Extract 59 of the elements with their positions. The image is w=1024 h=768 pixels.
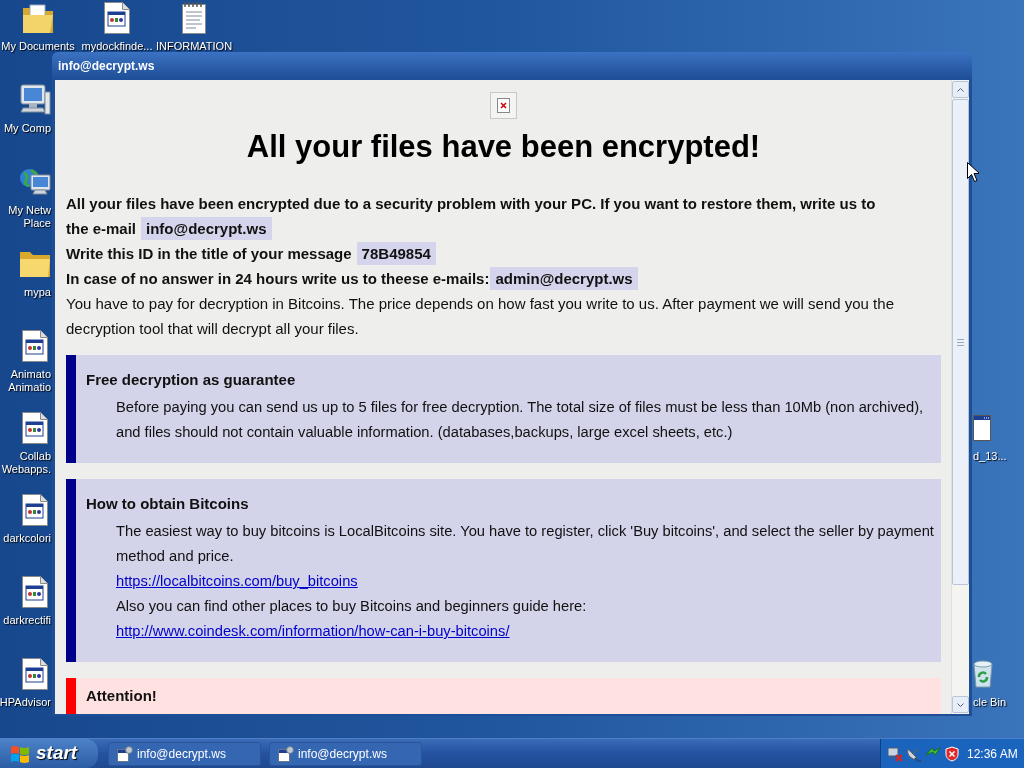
program-window-icon[interactable] bbox=[22, 412, 48, 444]
folder-icon[interactable] bbox=[19, 250, 51, 278]
panel-text: Before paying you can send us up to 5 files for free decryption. The total size of files must be less than 10Mb (non archived), and files should not contain valuable information. (databases,backups, large excel sheets, etc.) bbox=[116, 398, 925, 442]
window-icon[interactable] bbox=[973, 415, 991, 441]
program-window-icon[interactable] bbox=[104, 2, 130, 34]
message-text: In case of no answer in 24 hours write us to theese e-mails: admin@decrypt.ws bbox=[66, 266, 901, 291]
panel-text: Also you can find other places to buy Bitcoins and beginners guide here: bbox=[116, 597, 588, 616]
icon-label: mydockfinde... bbox=[81, 40, 153, 53]
icon-label: My Comp bbox=[3, 122, 51, 135]
highlighted-value: admin@decrypt.ws bbox=[490, 267, 638, 290]
program-window-icon[interactable] bbox=[22, 658, 48, 690]
panel-heading: Attention! bbox=[86, 686, 158, 706]
message-text: Write this ID in the title of your message 78B49854 bbox=[66, 241, 901, 266]
recycle-bin-icon[interactable] bbox=[973, 660, 993, 688]
icon-label: My Netw Place bbox=[8, 204, 51, 230]
link[interactable]: https://localbitcoins.com/buy_bitcoins bbox=[116, 573, 358, 589]
panel-heading: How to obtain Bitcoins bbox=[86, 494, 250, 514]
link[interactable]: http://www.coindesk.com/information/how-can-i-buy-bitcoins/ bbox=[116, 623, 510, 639]
message-text: You have to pay for decryption in Bitcoins. The price depends on how fast you write to us. After payment we will send you the decryption tool that will decrypt all your files. bbox=[66, 294, 895, 339]
folder-icon[interactable] bbox=[22, 4, 54, 34]
icon-label: INFORMATION bbox=[155, 40, 233, 53]
program-window-icon[interactable] bbox=[22, 494, 48, 526]
windows-logo-icon bbox=[10, 744, 30, 763]
taskbar-button[interactable]: info@decrypt.ws bbox=[108, 741, 261, 766]
grip-icon bbox=[957, 338, 964, 346]
icon-label: Animato Animatio bbox=[8, 368, 51, 394]
clock: 12:36 AM bbox=[967, 745, 1018, 763]
icon-label: mypa bbox=[24, 286, 51, 299]
notepad-icon[interactable] bbox=[182, 2, 206, 34]
computer-icon[interactable] bbox=[19, 84, 51, 116]
broken-image-icon bbox=[490, 92, 517, 119]
network-error-icon[interactable] bbox=[887, 745, 903, 762]
message-text: All your files have been encrypted due to a security problem with your PC. If you want to restore them, write us to the e-mail info@decrypt.ws bbox=[66, 191, 901, 241]
chevron-up-icon bbox=[957, 87, 964, 92]
panel-heading: Free decryption as guarantee bbox=[86, 370, 297, 390]
scrollbar-thumb[interactable] bbox=[952, 99, 969, 585]
program-icon bbox=[278, 745, 294, 762]
panel-text: The easiest way to buy bitcoins is LocalBitcoins site. You have to register, click 'Buy bitcoins', and select the seller by payment method and price. bbox=[116, 522, 935, 566]
start-button[interactable]: start bbox=[0, 739, 98, 768]
cursor-icon bbox=[967, 162, 979, 182]
program-window-icon[interactable] bbox=[22, 330, 48, 362]
taskbar-button[interactable]: info@decrypt.ws bbox=[269, 741, 422, 766]
icon-label: d_13... bbox=[973, 450, 1007, 463]
globe-computer-icon[interactable] bbox=[19, 166, 51, 198]
window-title: info@decrypt.ws bbox=[58, 58, 155, 75]
icon-label: cle Bin bbox=[973, 696, 1007, 709]
highlighted-value: info@decrypt.ws bbox=[141, 217, 272, 240]
security-shield-icon[interactable] bbox=[944, 745, 960, 762]
program-icon bbox=[117, 745, 133, 762]
icon-label: My Documents bbox=[1, 40, 75, 53]
page-heading: All your files have been encrypted! bbox=[245, 128, 762, 166]
icon-label: darkrectifi bbox=[3, 614, 51, 627]
icon-label: Collab Webapps. bbox=[1, 450, 51, 476]
chevron-down-icon bbox=[957, 702, 964, 707]
icon-label: HPAdvisor bbox=[0, 696, 51, 709]
icon-label: darkcolori bbox=[3, 532, 51, 545]
highlighted-value: 78B49854 bbox=[356, 242, 436, 265]
satellite-dish-icon[interactable] bbox=[906, 745, 922, 762]
program-window-icon[interactable] bbox=[22, 576, 48, 608]
